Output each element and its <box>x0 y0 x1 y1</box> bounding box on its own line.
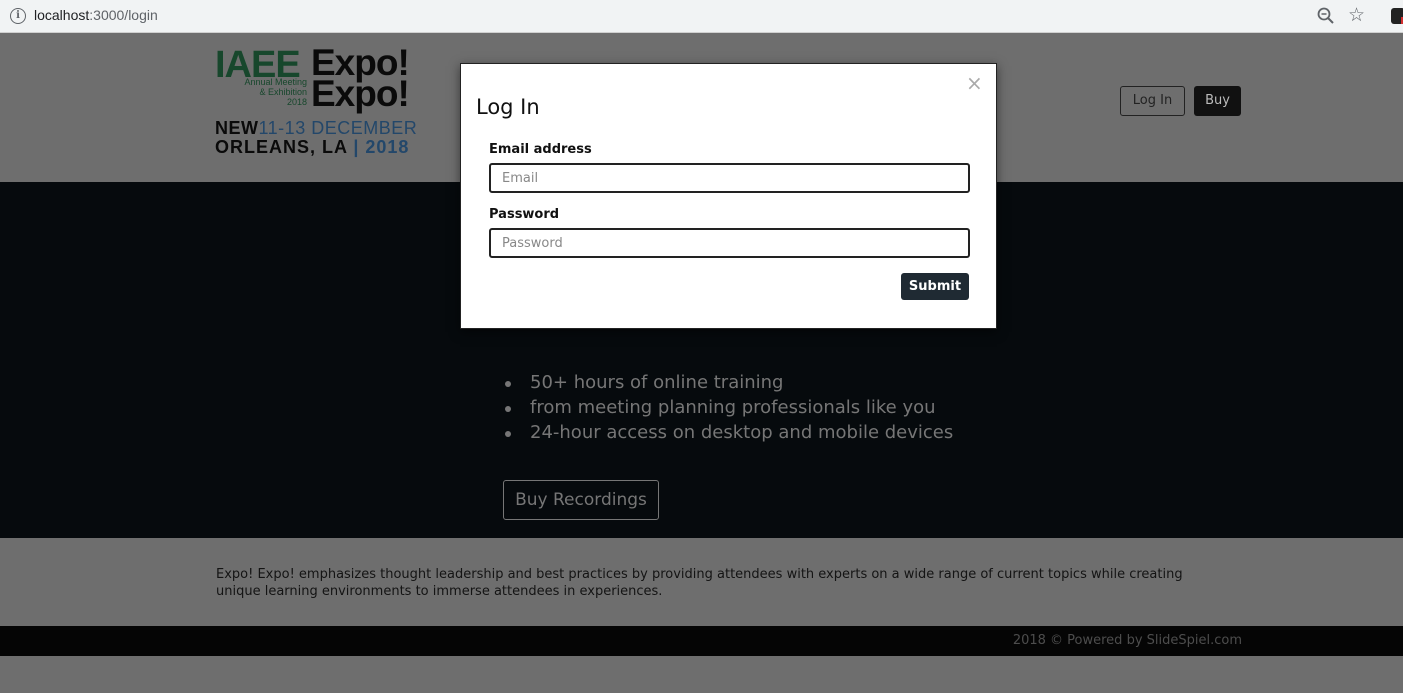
logo-dates: 11-13 DECEMBER <box>258 118 418 138</box>
logo-city-2: ORLEANS, LA <box>215 137 348 157</box>
about-section: Expo! Expo! emphasizes thought leadershi… <box>0 538 1403 626</box>
iaee-expo-logo[interactable]: IAEE Expo! Expo! Annual Meeting & Exhibi… <box>215 44 420 158</box>
feature-item: from meeting planning professionals like… <box>503 395 953 420</box>
feature-list: 50+ hours of online training from meetin… <box>503 370 953 445</box>
url-text[interactable]: localhost:3000/login <box>34 7 158 23</box>
modal-title: Log In <box>476 95 540 119</box>
password-field[interactable] <box>489 228 970 258</box>
email-label: Email address <box>489 142 592 157</box>
submit-button[interactable]: Submit <box>901 273 969 300</box>
url-host: localhost <box>34 7 90 23</box>
header-buy-button[interactable]: Buy <box>1194 86 1241 116</box>
logo-annual-line: Annual Meeting <box>244 77 307 87</box>
buy-recordings-button[interactable]: Buy Recordings <box>503 480 659 520</box>
bookmark-star-icon[interactable]: ☆ <box>1348 4 1365 26</box>
extension-icon[interactable] <box>1391 8 1403 24</box>
logo-city-line: ORLEANS, LA | 2018 <box>215 137 409 158</box>
page-bottom-area <box>0 656 1403 693</box>
logo-annual-line: 2018 <box>286 97 307 107</box>
close-icon[interactable]: × <box>966 73 983 93</box>
logo-annual-line: & Exhibition <box>259 87 307 97</box>
site-info-icon[interactable]: i <box>10 8 26 24</box>
site-footer: 2018 © Powered by SlideSpiel.com <box>0 626 1403 656</box>
login-modal: × Log In Email address Password Submit <box>460 63 997 329</box>
footer-text: 2018 © Powered by SlideSpiel.com <box>1012 633 1242 648</box>
email-field[interactable] <box>489 163 970 193</box>
url-path: :3000/login <box>89 7 158 23</box>
logo-annual: Annual Meeting & Exhibition 2018 <box>215 77 307 107</box>
logo-expo-2: Expo! <box>311 73 410 114</box>
zoom-icon[interactable] <box>1316 6 1336 26</box>
feature-item: 50+ hours of online training <box>503 370 953 395</box>
browser-address-bar: i localhost:3000/login ☆ <box>0 0 1403 33</box>
logo-city-1: NEW <box>215 118 259 138</box>
feature-item: 24-hour access on desktop and mobile dev… <box>503 420 953 445</box>
logo-date-line: NEW11-13 DECEMBER <box>215 118 417 139</box>
password-label: Password <box>489 207 560 222</box>
logo-year: | 2018 <box>353 137 410 157</box>
header-login-button[interactable]: Log In <box>1120 86 1185 116</box>
about-text: Expo! Expo! emphasizes thought leadershi… <box>216 567 1183 599</box>
